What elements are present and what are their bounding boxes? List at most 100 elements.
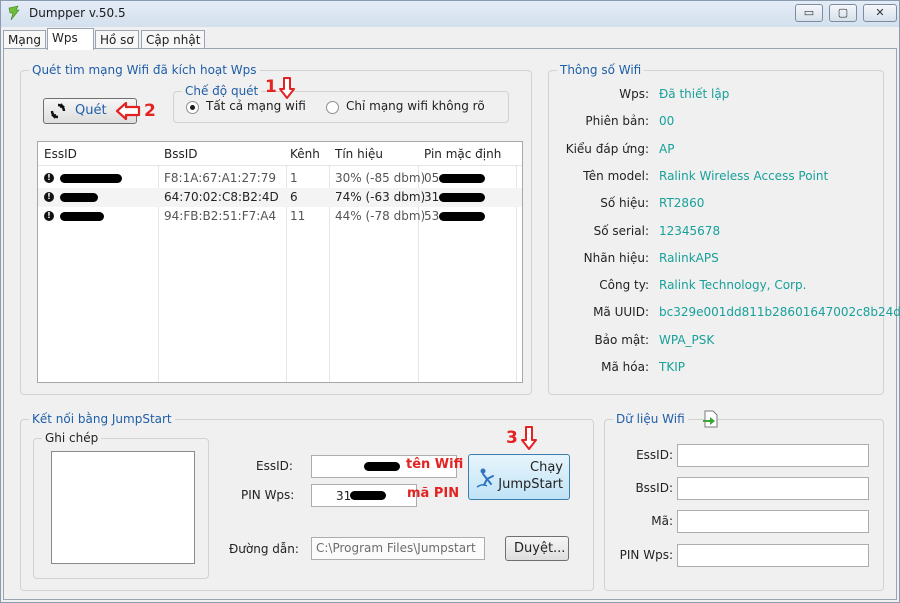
row-essid <box>60 171 122 185</box>
wifi-info-value: bc329e001dd811b28601647002c8b24d <box>659 305 900 319</box>
scan-group-title: Quét tìm mạng Wifi đã kích hoạt Wps <box>29 63 260 77</box>
refresh-icon <box>50 103 66 119</box>
wifi-data-label: PIN Wps: <box>619 548 673 562</box>
redaction-mark <box>350 491 386 500</box>
wifi-info-value: RT2860 <box>659 196 705 210</box>
header-bssid[interactable]: BssID <box>164 147 198 161</box>
row-channel: 1 <box>290 171 298 185</box>
table-row[interactable]: ! 94:FB:B2:51:F7:A4 11 44% (-78 dbm) 53 <box>38 207 522 226</box>
import-file-icon[interactable] <box>701 410 719 428</box>
wifi-info-label: Phiên bản: <box>585 114 649 128</box>
row-signal: 44% (-78 dbm) <box>335 209 426 223</box>
wps-tab-panel: Quét tìm mạng Wifi đã kích hoạt Wps Quét… <box>3 48 900 600</box>
pin-field[interactable]: 31 <box>311 484 417 507</box>
radio-unknown-networks-label: Chỉ mạng wifi không rõ <box>346 99 485 113</box>
redaction-mark <box>439 212 486 221</box>
row-channel: 11 <box>290 209 306 223</box>
row-bssid: F8:1A:67:A1:27:79 <box>164 171 277 185</box>
row-essid <box>60 209 104 223</box>
tab-ho-so[interactable]: Hồ sơ <box>95 30 139 49</box>
wifi-data-title: Dữ liệu Wifi <box>613 412 688 426</box>
scan-button-label: Quét <box>75 103 107 118</box>
header-default-pin[interactable]: Pin mặc định <box>424 147 501 161</box>
annotation-essid-note: tên Wifi <box>406 457 464 472</box>
wifi-info-value: Ralink Wireless Access Point <box>659 169 829 183</box>
row-essid <box>60 190 98 204</box>
scan-mode-title: Chế độ quét <box>182 84 262 98</box>
wifi-info-value: AP <box>659 142 675 156</box>
wps-lock-icon: ! <box>44 211 54 221</box>
row-pin-text: 05 <box>424 171 440 185</box>
scan-mode-group: Chế độ quét Tất cả mạng wifi Chỉ mạng wi… <box>173 84 509 123</box>
wifi-info-value: TKIP <box>659 360 685 374</box>
tab-wps[interactable]: Wps <box>47 28 94 50</box>
wifi-data-field[interactable] <box>677 477 869 500</box>
wifi-data-label: Mã: <box>651 514 673 528</box>
annotation-arrow-down-icon <box>521 426 537 450</box>
wifi-data-group: Dữ liệu Wifi EssID: BssID: Mã: PIN Wps: <box>604 410 884 591</box>
header-channel[interactable]: Kênh <box>290 147 320 161</box>
window-title: Dumpper v.50.5 <box>29 6 126 20</box>
redaction-mark <box>439 193 486 202</box>
scan-group: Quét tìm mạng Wifi đã kích hoạt Wps Quét… <box>20 63 532 395</box>
annotation-step-1: 1 <box>265 77 277 97</box>
wifi-info-label: Mã hóa: <box>601 360 649 374</box>
row-signal: 30% (-85 dbm) <box>335 171 426 185</box>
minimize-button[interactable]: ▭ <box>795 4 823 22</box>
title-bar[interactable]: Dumpper v.50.5 ▭ ▢ ✕ <box>1 1 899 27</box>
wifi-info-label: Nhãn hiệu: <box>583 251 649 265</box>
row-bssid: 94:FB:B2:51:F7:A4 <box>164 209 277 223</box>
radio-unknown-networks[interactable] <box>326 101 339 114</box>
wifi-data-field[interactable] <box>677 444 869 467</box>
row-pin-text: 31 <box>424 190 440 204</box>
redaction-mark <box>60 212 104 221</box>
redaction-mark <box>60 193 98 202</box>
radio-all-networks-label: Tất cả mạng wifi <box>206 99 306 113</box>
maximize-button[interactable]: ▢ <box>829 4 857 22</box>
network-list[interactable]: EssID BssID Kênh Tín hiệu Pin mặc định !… <box>37 141 523 383</box>
annotation-pin-note: mã PIN <box>407 486 460 501</box>
path-field[interactable]: C:\Program Files\Jumpstart <box>311 537 485 560</box>
wifi-info-group: Thông số Wifi Wps: Đã thiết lập Phiên bản:… <box>548 63 900 395</box>
row-channel: 6 <box>290 190 298 204</box>
row-pin-text: 53 <box>424 209 440 223</box>
wifi-info-value: Đã thiết lập <box>659 87 730 101</box>
row-bssid: 64:70:02:C8:B2:4D <box>164 190 279 204</box>
table-row[interactable]: ! 64:70:02:C8:B2:4D 6 74% (-63 dbm) 31 <box>38 188 522 207</box>
wifi-info-label: Tên model: <box>583 169 649 183</box>
tab-cap-nhat[interactable]: Cập nhật <box>141 30 206 49</box>
jumpstart-group: Kết nối bằng JumpStart Ghi chép EssID: t… <box>20 412 594 591</box>
wifi-info-title: Thông số Wifi <box>557 63 645 77</box>
tab-mang[interactable]: Mạng <box>3 30 46 49</box>
header-essid[interactable]: EssID <box>44 147 77 161</box>
wifi-data-field[interactable] <box>677 510 869 533</box>
row-pin: 31 <box>424 190 486 204</box>
wifi-info-value: 00 <box>659 114 675 128</box>
notes-textarea[interactable] <box>51 451 195 564</box>
wifi-info-label: Kiểu đáp ứng: <box>565 142 649 156</box>
essid-label: EssID: <box>256 459 293 473</box>
wifi-info-value: RalinkAPS <box>659 251 719 265</box>
wifi-info-value: WPA_PSK <box>659 333 715 347</box>
close-button[interactable]: ✕ <box>863 4 897 22</box>
annotation-arrow-left-icon <box>115 101 141 121</box>
redaction-mark <box>60 174 122 183</box>
wifi-info-value: Ralink Technology, Corp. <box>659 278 807 292</box>
jumpstart-title: Kết nối bằng JumpStart <box>29 412 175 426</box>
notes-label: Ghi chép <box>42 431 102 445</box>
wifi-data-field[interactable] <box>677 544 869 567</box>
notes-group: Ghi chép <box>33 431 209 579</box>
wifi-info-label: Wps: <box>619 87 649 101</box>
wifi-info-value: 12345678 <box>659 224 721 238</box>
header-signal[interactable]: Tín hiệu <box>335 147 383 161</box>
app-logo-icon <box>8 5 20 21</box>
radio-all-networks[interactable] <box>186 101 199 114</box>
run-jumpstart-label-1: Chạy <box>530 460 563 475</box>
pin-label: PIN Wps: <box>241 488 295 502</box>
row-pin: 05 <box>424 171 486 185</box>
wifi-data-label: BssID: <box>635 481 673 495</box>
table-row[interactable]: ! F8:1A:67:A1:27:79 1 30% (-85 dbm) 05 <box>38 169 522 188</box>
wifi-info-label: Công ty: <box>599 278 649 292</box>
pin-field-value: 31 <box>336 489 352 503</box>
annotation-step-3: 3 <box>506 428 518 448</box>
